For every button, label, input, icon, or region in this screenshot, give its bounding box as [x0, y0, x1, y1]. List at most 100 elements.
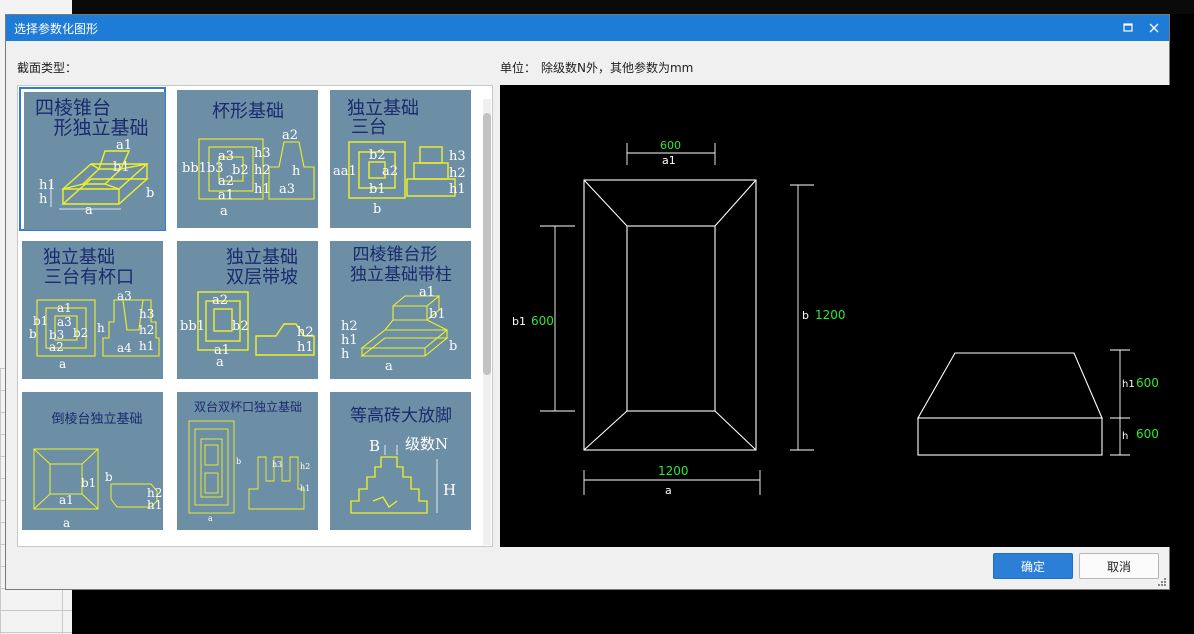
svg-text:bb1: bb1: [180, 319, 205, 334]
tile-title: 倒棱台独立基础: [51, 411, 142, 427]
svg-text:b: b: [29, 327, 37, 341]
svg-text:a: a: [59, 357, 66, 371]
svg-text:h3: h3: [449, 149, 466, 164]
svg-text:H: H: [443, 481, 456, 499]
shape-tile-three-step-cup-footing[interactable]: 独立基础 三台有杯口 a1 a3 b1 a3 b b3 b2 a2 ah a4 h3 h2…: [19, 238, 166, 382]
svg-text:a3: a3: [279, 182, 295, 197]
b-label: b: [802, 309, 809, 322]
svg-text:a1: a1: [116, 138, 132, 153]
svg-text:h1: h1: [254, 182, 271, 197]
unit-description: 除级数N外，其他参数为mm: [541, 61, 694, 75]
h-value: 600: [1136, 427, 1159, 441]
parametric-shape-dialog: 选择参数化图形 截面类型： 单位： 除级数N外，其他参数为mm 四棱锥台 形独立…: [5, 14, 1170, 590]
confirm-button[interactable]: 确定: [993, 553, 1073, 579]
shape-tile-cup-footing[interactable]: 杯形基础 a2 a3 bb1b3 b2 h3 h2 a2 h1 h a1 a3 a: [174, 87, 321, 231]
b1-value: 600: [531, 314, 554, 328]
dialog-title: 选择参数化图形: [14, 22, 99, 36]
elevation-view: [917, 352, 1103, 456]
svg-text:a: a: [63, 516, 70, 530]
shape-gallery: 四棱锥台 形独立基础 a1 b1 b h1 h a 杯形基础 a2 a3 bb1b…: [17, 85, 493, 547]
plan-view: [583, 179, 757, 451]
svg-text:h2: h2: [297, 325, 314, 340]
shape-tile-four-pyramid-footing[interactable]: 四棱锥台 形独立基础 a1 b1 b h1 h a: [19, 87, 166, 231]
svg-text:b: b: [373, 202, 381, 217]
shape-tile-pyramid-with-column[interactable]: 四棱锥台形 独立基础带柱 a1 b1 h2 h1 h b a: [327, 238, 474, 382]
svg-text:b: b: [449, 339, 457, 354]
svg-text:h: h: [292, 164, 301, 179]
dialog-titlebar[interactable]: 选择参数化图形: [6, 15, 1169, 41]
svg-text:aa1: aa1: [333, 164, 357, 179]
tile-title-line1: 独立基础: [347, 98, 419, 119]
svg-text:h: h: [341, 347, 350, 362]
background-canvas: [72, 0, 1194, 14]
shape-tile-inverted-pyramid-footing[interactable]: 倒棱台独立基础 b1 a1 ab h2 h1: [19, 389, 166, 533]
tile-title-line1: 独立基础: [43, 247, 115, 268]
shape-tile-double-cup-footing[interactable]: 双台双杯口独立基础 b h2 h1 h3 a: [174, 389, 321, 533]
a-value: 1200: [658, 464, 689, 478]
svg-text:a: a: [385, 359, 393, 374]
tile-title-line1: 四棱锥台形: [353, 245, 438, 265]
resize-grip-icon[interactable]: [1157, 577, 1167, 587]
a1-label: a1: [662, 154, 676, 167]
tile-title-line1: 杯形基础: [212, 101, 284, 122]
svg-text:a2: a2: [212, 293, 228, 308]
svg-text:a3: a3: [117, 289, 132, 303]
tile-title-line2: 独立基础带柱: [350, 265, 452, 285]
svg-text:h1: h1: [147, 498, 162, 512]
h1-label: h1: [1122, 379, 1135, 390]
svg-text:b1: b1: [369, 182, 386, 197]
svg-text:h1: h1: [449, 182, 466, 197]
tile-title-line2: 形独立基础: [53, 117, 148, 139]
svg-text:a2: a2: [282, 128, 298, 143]
a1-value: 600: [660, 139, 681, 152]
h1-value: 600: [1136, 376, 1159, 390]
svg-text:b1: b1: [429, 307, 446, 322]
svg-text:a: a: [85, 203, 93, 218]
gallery-scrollbar[interactable]: [483, 99, 491, 545]
svg-text:a3: a3: [57, 315, 72, 329]
svg-text:h3: h3: [139, 307, 154, 321]
close-icon[interactable]: [1145, 19, 1163, 37]
shape-tile-brick-footing[interactable]: 等高砖大放脚 B 级数N H: [327, 389, 474, 533]
svg-text:h2: h2: [300, 462, 310, 471]
svg-text:h1: h1: [341, 333, 358, 348]
svg-text:h1: h1: [139, 339, 154, 353]
svg-text:a2: a2: [49, 340, 64, 354]
shape-tile-double-slope-footing[interactable]: 独立基础 双层带坡 a2 bb1 b2 a1 a h2 h1: [174, 238, 321, 382]
svg-text:b1: b1: [113, 160, 130, 175]
svg-text:a2: a2: [218, 174, 234, 189]
svg-text:b1: b1: [81, 476, 96, 490]
scrollbar-thumb[interactable]: [483, 113, 491, 375]
svg-text:h2: h2: [449, 166, 466, 181]
svg-text:h1: h1: [300, 484, 310, 493]
tile-title-line1: 四棱锥台: [35, 97, 111, 119]
h-label: h: [1122, 431, 1128, 442]
a-label: a: [665, 484, 672, 497]
svg-text:a: a: [216, 355, 224, 370]
svg-text:a1: a1: [57, 301, 72, 315]
tile-title-line2: 三台有杯口: [44, 267, 134, 288]
maximize-icon[interactable]: [1119, 19, 1137, 37]
svg-text:b: b: [146, 186, 154, 201]
dimension-texts: 600 a1 b1 600 b 1200 1200 a h1 600 h 600: [512, 139, 1159, 497]
svg-text:h2: h2: [254, 163, 271, 178]
svg-text:b2: b2: [232, 163, 249, 178]
tile-title-line1: 独立基础: [226, 247, 298, 268]
svg-text:h: h: [39, 192, 48, 207]
svg-text:b2: b2: [73, 326, 88, 340]
svg-text:h1: h1: [39, 178, 56, 193]
cancel-button[interactable]: 取消: [1079, 553, 1159, 579]
shape-tile-three-step-footing[interactable]: 独立基础 三台 aa1 b2 a2 b1 b h3 h2 h1: [327, 87, 474, 231]
svg-text:h2: h2: [139, 323, 154, 337]
svg-text:级数N: 级数N: [405, 435, 448, 453]
svg-text:h: h: [97, 321, 105, 335]
svg-text:a: a: [220, 204, 228, 219]
b1-label: b1: [512, 315, 526, 328]
svg-text:a1: a1: [218, 188, 234, 203]
tile-title-line2: 三台: [351, 117, 387, 138]
preview-drawing: 600 a1 b1 600 b 1200 1200 a h1 600 h 600: [512, 139, 1159, 497]
svg-text:b2: b2: [369, 148, 386, 163]
svg-text:a: a: [208, 514, 213, 523]
svg-text:a4: a4: [117, 341, 132, 355]
preview-canvas: 600 a1 b1 600 b 1200 1200 a h1 600 h 600: [500, 85, 1170, 547]
